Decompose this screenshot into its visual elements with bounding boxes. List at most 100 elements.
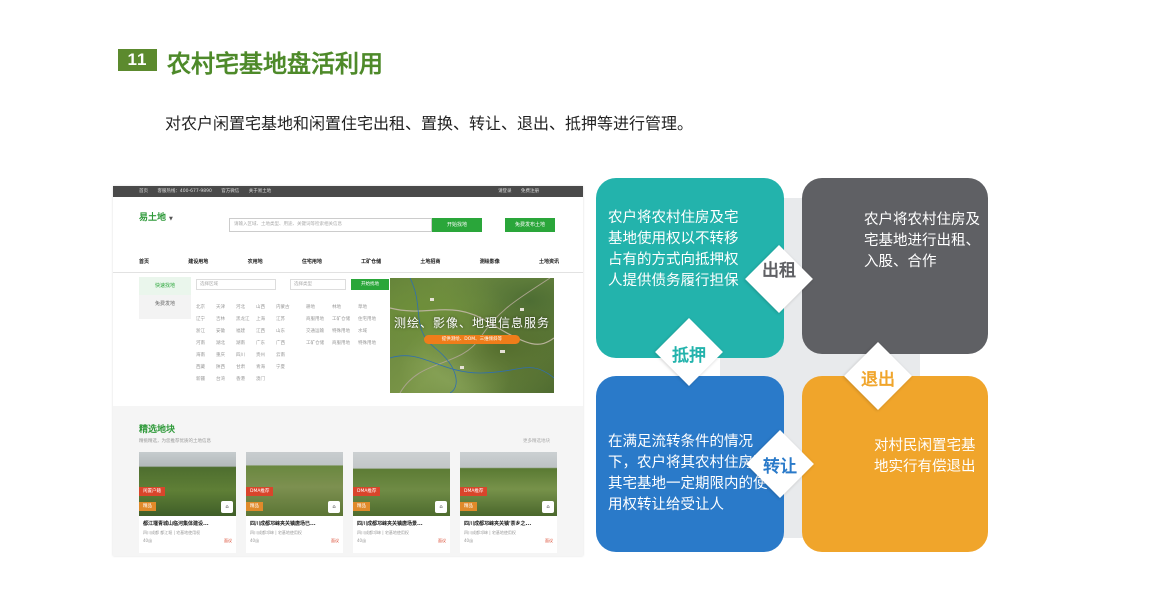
nav-item[interactable]: 首页 (139, 258, 149, 268)
land-card[interactable]: DMA推荐 精品 ⌂ 四川成都邛崃夹关镇唐场景... 四川成都邛崃 | 宅基地使… (353, 452, 450, 553)
featured-subtitle: 精挑精选，为您推荐优质的土地信息 (139, 439, 211, 444)
region-item[interactable]: 黑龙江 (236, 314, 256, 326)
region-item[interactable]: 云南 (276, 350, 296, 362)
vr-icon[interactable]: ⌂ (328, 501, 340, 513)
nav-item[interactable]: 建设用地 (188, 258, 208, 268)
category-item[interactable]: 住宅用地 (358, 314, 384, 326)
category-item[interactable]: 交通运输 (306, 326, 332, 338)
card-subtitle: 四川成都邛崃 | 宅基地使用权 (250, 530, 302, 535)
region-item[interactable]: 山东 (276, 326, 296, 338)
vr-icon[interactable]: ⌂ (221, 501, 233, 513)
site-search-button[interactable]: 开始找地 (432, 218, 482, 232)
region-item[interactable]: 上海 (256, 314, 276, 326)
region-item[interactable]: 辽宁 (196, 314, 216, 326)
land-photo: DMA推荐 精品 ⌂ (353, 452, 450, 516)
region-item[interactable]: 吉林 (216, 314, 236, 326)
category-item[interactable]: 草地 (358, 302, 384, 314)
nav-item[interactable]: 住宅用地 (302, 258, 322, 268)
region-item[interactable]: 香港 (236, 374, 256, 386)
filter-search-button[interactable]: 开始找地 (351, 279, 389, 290)
nav-item[interactable]: 农用地 (248, 258, 263, 268)
card-price: 面议 (545, 538, 553, 543)
category-item[interactable]: 商服用地 (306, 314, 332, 326)
region-item[interactable]: 甘肃 (236, 362, 256, 374)
utilization-infographic: 农户将农村住房及宅基地使用权以不转移占有的方式向抵押权人提供债务履行担保 农户将… (596, 178, 988, 552)
card-area: 40亩 面议 (143, 538, 232, 543)
card-tag: DMA推荐 (460, 487, 488, 496)
login-link[interactable]: 请登录 (498, 189, 512, 194)
topbar-item[interactable]: 官方微信 (221, 189, 239, 194)
banner-text: 测绘、影像、地理信息服务 (393, 316, 550, 330)
land-card[interactable]: DMA推荐 精品 ⌂ 四川成都邛崃夹关镇'茶乡之... 四川成都邛崃 | 宅基地… (460, 452, 557, 553)
region-item[interactable]: 安徽 (216, 326, 236, 338)
region-item[interactable]: 内蒙古 (276, 302, 296, 314)
region-item[interactable]: 山西 (256, 302, 276, 314)
region-item[interactable]: 河北 (236, 302, 256, 314)
site-logo[interactable]: 易土地 ▼ (139, 210, 173, 223)
chevron-down-icon[interactable]: ▼ (169, 216, 173, 222)
region-item[interactable]: 河南 (196, 338, 216, 350)
region-item[interactable]: 西藏 (196, 362, 216, 374)
category-item[interactable]: 商服用地 (332, 338, 358, 350)
region-item[interactable]: 宁夏 (276, 362, 296, 374)
website-screenshot: 首页 客服热线：400-677-9890 官方微信 关于易土地 请登录 免费注册… (113, 186, 583, 556)
category-item[interactable]: 水域 (358, 326, 384, 338)
category-item[interactable]: 耕地 (306, 302, 332, 314)
type-select[interactable]: 选择类型 (290, 279, 346, 290)
region-item[interactable]: 江西 (256, 326, 276, 338)
featured-section: 精选地块 精挑精选，为您推荐优质的土地信息 更多精选地块 闲置户籍 精品 ⌂ 都… (113, 406, 583, 556)
nav-item[interactable]: 土地资讯 (539, 258, 559, 268)
aerial-banner[interactable]: 测绘、影像、地理信息服务 提供测绘、DOM、三维倾斜等 (390, 278, 554, 393)
menu-quick-find[interactable]: 快速找地 (139, 277, 191, 295)
region-item[interactable]: 天津 (216, 302, 236, 314)
region-item[interactable]: 北京 (196, 302, 216, 314)
mortgage-description: 农户将农村住房及宅基地使用权以不转移占有的方式向抵押权人提供债务履行担保 (608, 210, 739, 289)
site-search-input[interactable]: 请输入区域、土地类型、用途、关键词等检索相关信息 (229, 218, 432, 232)
card-subtitle: 四川成都邛崃 | 宅基地使用权 (464, 530, 516, 535)
region-item[interactable]: 广东 (256, 338, 276, 350)
land-card[interactable]: DMA推荐 精品 ⌂ 四川成都邛崃夹关镇唐场已... 四川成都邛崃 | 宅基地使… (246, 452, 343, 553)
category-item[interactable]: 特殊用地 (332, 326, 358, 338)
intro-text: 对农户闲置宅基地和闲置住宅出租、置换、转让、退出、抵押等进行管理。 (165, 114, 694, 133)
region-item[interactable]: 湖北 (216, 338, 236, 350)
topbar-item[interactable]: 关于易土地 (249, 189, 272, 194)
section-title: 农村宅基地盘活利用 (167, 50, 383, 78)
card-subtitle: 四川成都邛崃 | 宅基地使用权 (357, 530, 409, 535)
menu-free-publish[interactable]: 免费发地 (139, 295, 191, 313)
category-item[interactable]: 工矿仓储 (332, 314, 358, 326)
category-item[interactable]: 林地 (332, 302, 358, 314)
region-item[interactable]: 台湾 (216, 374, 236, 386)
region-item[interactable]: 海南 (196, 350, 216, 362)
region-item[interactable]: 贵州 (256, 350, 276, 362)
category-list: 耕地 林地 草地 商服用地 工矿仓储 住宅用地 交通运输 特殊用地 水域 工矿仓储 商服用地 特殊用地 (306, 302, 386, 350)
vr-icon[interactable]: ⌂ (542, 501, 554, 513)
region-select[interactable]: 选择区域 (196, 279, 276, 290)
site-nav: 首页 建设用地 农用地 住宅用地 工矿仓储 土地招商 测绘影像 土地资讯 (139, 258, 559, 268)
region-item[interactable]: 福建 (236, 326, 256, 338)
region-item[interactable]: 重庆 (216, 350, 236, 362)
region-item[interactable]: 广西 (276, 338, 296, 350)
region-item[interactable]: 江苏 (276, 314, 296, 326)
land-card[interactable]: 闲置户籍 精品 ⌂ 都江堰青城山临河集体建设... 四川成都 都江堰 | 宅基地… (139, 452, 236, 553)
category-item[interactable]: 特殊用地 (358, 338, 384, 350)
exit-description: 对村民闲置宅基地实行有偿退出 (874, 438, 976, 475)
vr-icon[interactable]: ⌂ (435, 501, 447, 513)
nav-item[interactable]: 工矿仓储 (361, 258, 381, 268)
card-title: 四川成都邛崃夹关镇唐场景... (357, 521, 423, 527)
topbar-item[interactable]: 首页 (139, 189, 148, 194)
region-item[interactable]: 陕西 (216, 362, 236, 374)
region-item[interactable]: 四川 (236, 350, 256, 362)
card-area: 40亩 面议 (464, 538, 553, 543)
nav-item[interactable]: 土地招商 (420, 258, 440, 268)
region-item[interactable]: 澳门 (256, 374, 276, 386)
region-item[interactable]: 湖南 (236, 338, 256, 350)
publish-land-button[interactable]: 免费发布土地 (505, 218, 555, 232)
region-item[interactable]: 青海 (256, 362, 276, 374)
featured-more-link[interactable]: 更多精选地块 (523, 438, 550, 444)
region-item[interactable]: 浙江 (196, 326, 216, 338)
category-item[interactable]: 工矿仓储 (306, 338, 332, 350)
register-link[interactable]: 免费注册 (521, 189, 539, 194)
region-item[interactable]: 新疆 (196, 374, 216, 386)
nav-item[interactable]: 测绘影像 (480, 258, 500, 268)
card-tag: 精品 (246, 502, 263, 511)
